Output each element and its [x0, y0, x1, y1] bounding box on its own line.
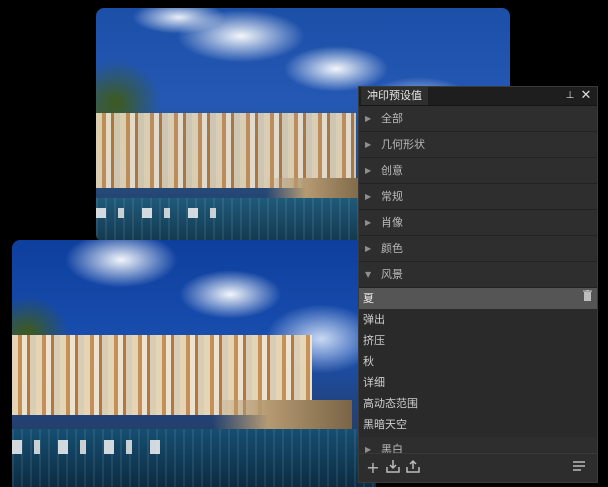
category-all[interactable]: ▶ 全部	[359, 106, 597, 132]
preset-item-summer[interactable]: 夏	[359, 288, 597, 309]
menu-icon[interactable]	[569, 458, 589, 478]
panel-titlebar: 冲印预设值 ⊥ ✕	[359, 87, 597, 106]
category-label: 颜色	[381, 242, 403, 255]
preset-list: ▶ 全部 ▶ 几何形状 ▶ 创意 ▶ 常规 ▶ 肖像 ▶ 颜色 ▼ 风景 夏 弹…	[359, 106, 597, 463]
panel-footer: +	[359, 453, 597, 482]
category-geometry[interactable]: ▶ 几何形状	[359, 132, 597, 158]
category-label: 全部	[381, 112, 403, 125]
close-icon[interactable]: ✕	[579, 87, 593, 105]
category-portrait[interactable]: ▶ 肖像	[359, 210, 597, 236]
import-icon[interactable]	[383, 458, 403, 478]
category-color[interactable]: ▶ 颜色	[359, 236, 597, 262]
preset-label: 夏	[363, 292, 374, 305]
chevron-right-icon: ▶	[365, 140, 372, 149]
category-creative[interactable]: ▶ 创意	[359, 158, 597, 184]
preset-label: 秋	[363, 355, 374, 368]
pin-icon[interactable]: ⊥	[563, 87, 577, 105]
preset-item-dark-sky[interactable]: 黑暗天空	[359, 414, 597, 435]
preset-label: 详细	[363, 376, 385, 389]
chevron-right-icon: ▶	[365, 244, 372, 253]
chevron-down-icon: ▼	[365, 270, 372, 279]
preset-item-pop[interactable]: 弹出	[359, 309, 597, 330]
town-buildings	[96, 113, 356, 188]
chevron-right-icon: ▶	[365, 114, 372, 123]
category-label: 几何形状	[381, 138, 425, 151]
preset-item-autumn[interactable]: 秋	[359, 351, 597, 372]
category-general[interactable]: ▶ 常规	[359, 184, 597, 210]
cliff	[212, 400, 352, 430]
category-landscape[interactable]: ▼ 风景	[359, 262, 597, 288]
preset-item-detail[interactable]: 详细	[359, 372, 597, 393]
trash-icon[interactable]	[583, 288, 592, 309]
share-icon[interactable]	[403, 458, 423, 478]
category-label: 肖像	[381, 216, 403, 229]
category-label: 常规	[381, 190, 403, 203]
preset-item-hdr[interactable]: 高动态范围	[359, 393, 597, 414]
chevron-right-icon: ▶	[365, 166, 372, 175]
chevron-right-icon: ▶	[365, 192, 372, 201]
sea	[12, 429, 376, 487]
boats	[12, 440, 162, 454]
presets-panel: 冲印预设值 ⊥ ✕ ▶ 全部 ▶ 几何形状 ▶ 创意 ▶ 常规 ▶ 肖像 ▶ 颜…	[358, 86, 598, 483]
boats	[96, 208, 226, 218]
preset-label: 黑暗天空	[363, 418, 407, 431]
add-icon[interactable]: +	[363, 458, 383, 478]
preset-label: 高动态范围	[363, 397, 418, 410]
category-label: 风景	[381, 268, 403, 281]
preset-label: 挤压	[363, 334, 385, 347]
cliff	[266, 178, 366, 198]
edited-photo	[12, 240, 376, 487]
preset-item-squeeze[interactable]: 挤压	[359, 330, 597, 351]
preset-label: 弹出	[363, 313, 385, 326]
chevron-right-icon: ▶	[365, 218, 372, 227]
panel-tab-presets[interactable]: 冲印预设值	[361, 87, 428, 105]
category-label: 创意	[381, 164, 403, 177]
